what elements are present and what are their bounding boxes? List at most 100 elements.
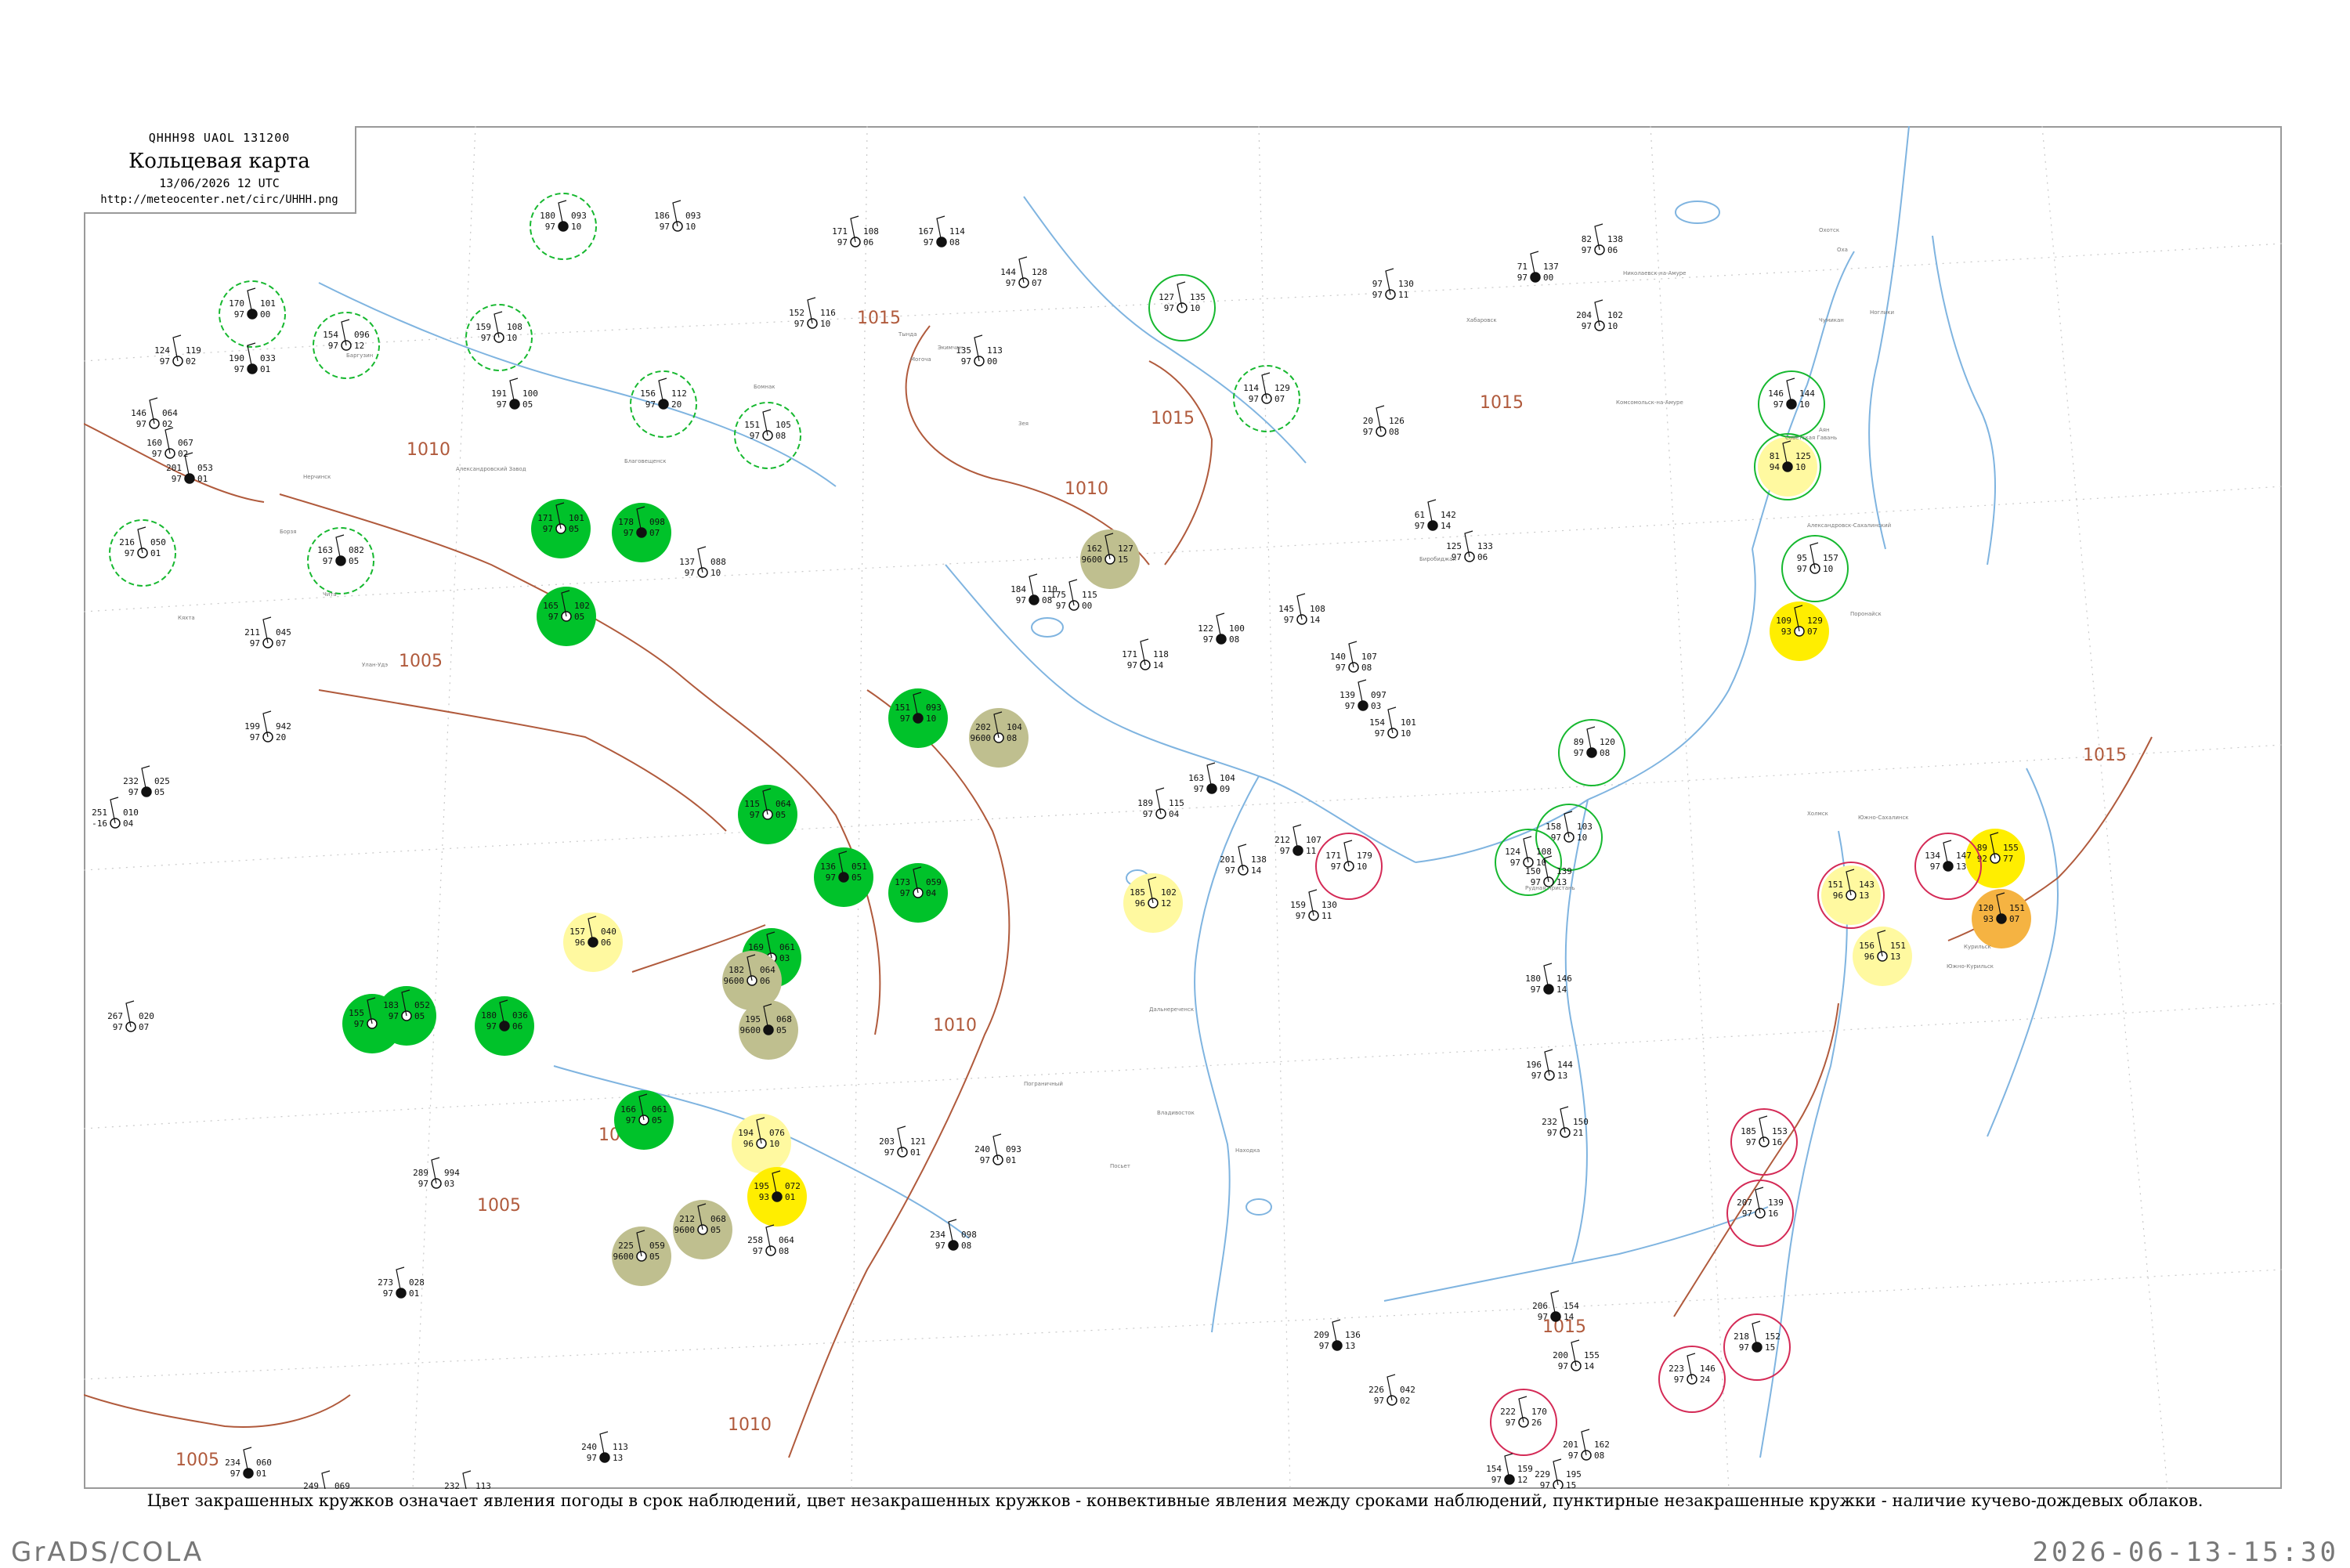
station-code: 97 [160, 356, 170, 367]
station-code: 97 [1280, 846, 1290, 856]
station-tendency: 01 [1006, 1155, 1016, 1165]
station-pressure: 040 [601, 927, 616, 937]
station-tendency: 14 [1564, 1312, 1574, 1322]
station-plot: 21297 10711 [1274, 824, 1321, 856]
station-tendency: 05 [649, 1252, 660, 1262]
station-code: 97 [545, 222, 555, 232]
station-tendency: 07 [649, 528, 660, 538]
station-temp: 146 [1768, 388, 1784, 399]
station-pressure: 093 [685, 211, 701, 221]
station-tendency: 10 [820, 319, 830, 329]
station-name: Южно-Сахалинск [1858, 815, 1909, 821]
station-temp: 289 [413, 1168, 428, 1178]
station-code: 93 [759, 1192, 769, 1202]
station-name: Николаевск-на-Амуре [1623, 270, 1686, 276]
station-code: 97 [1558, 1361, 1568, 1371]
station-pressure: 069 [334, 1481, 350, 1489]
station-pressure: 059 [649, 1241, 665, 1251]
station-temp: 122 [1198, 623, 1213, 634]
station-pressure: 098 [961, 1230, 977, 1240]
station-temp: 154 [1486, 1464, 1502, 1474]
river [1383, 1206, 1769, 1302]
isobar-label: 1015 [1480, 393, 1524, 413]
station-plot: 19197 10005 [491, 378, 538, 410]
station-pressure: 115 [1169, 798, 1184, 808]
station-name: Курильск [1964, 944, 1991, 950]
station-code: 97 [1143, 809, 1153, 819]
station-temp: 234 [225, 1458, 240, 1468]
station-temp: 196 [1526, 1060, 1542, 1070]
station-plot: 2329711314 [444, 1470, 491, 1489]
station-temp: 178 [618, 517, 634, 527]
station-temp: 175 [1050, 590, 1066, 600]
station-tendency: 07 [1032, 278, 1042, 288]
station-temp: 150 [1525, 866, 1541, 876]
river [1932, 235, 1996, 565]
station-pressure: 136 [1345, 1330, 1361, 1340]
station-temp: 194 [738, 1128, 754, 1138]
station-temp: 171 [832, 226, 848, 237]
station-plot: 18697 09310 [654, 200, 701, 232]
station-plot: 20997 13613 [1314, 1319, 1361, 1351]
station-plot: 19496 07610 [732, 1114, 791, 1173]
station-tendency: 14 [1310, 615, 1321, 625]
station-pressure: 105 [776, 420, 791, 430]
station-tendency: 02 [186, 356, 196, 367]
station-tendency: 01 [409, 1288, 419, 1299]
station-plot: 16597 10205 [537, 587, 596, 646]
station-tendency: 08 [961, 1241, 971, 1251]
station-tendency: 05 [154, 787, 164, 797]
station-pressure: 076 [769, 1128, 785, 1138]
isobar-label: 1015 [857, 309, 901, 328]
station-temp: 209 [1314, 1330, 1329, 1340]
station-code: 96 [743, 1139, 754, 1149]
station-plot: 22397 14624 [1658, 1346, 1726, 1413]
station-name: Кяхта [178, 615, 195, 621]
station-pressure: 093 [571, 211, 587, 221]
station-temp: 134 [1925, 851, 1940, 861]
station-code: 97 [1739, 1342, 1749, 1353]
station-pressure: 064 [776, 799, 791, 809]
rivers-and-coastlines [318, 126, 2059, 1458]
station-code: 97 [136, 419, 146, 429]
station-temp: 124 [154, 345, 170, 356]
station-pressure: 150 [1573, 1117, 1589, 1127]
station-code: 97 [1372, 290, 1383, 300]
station-tendency: 13 [613, 1453, 623, 1463]
station-plot: 14597 10814 [1278, 593, 1325, 625]
station-code: 97 [935, 1241, 945, 1251]
station-temp: 163 [1188, 773, 1204, 783]
station-code: 97 [587, 1453, 597, 1463]
station-code: 97 [1797, 564, 1807, 574]
station-pressure: 045 [276, 627, 291, 638]
station-plot: 1359711300 [956, 334, 1003, 367]
station-code: 97 [1345, 701, 1355, 711]
station-code: 97 [543, 524, 553, 534]
grid-line [84, 243, 2282, 362]
station-tendency: 15 [1566, 1480, 1576, 1489]
station-plot: 23497 09808 [930, 1219, 977, 1251]
station-tendency: 12 [1161, 898, 1171, 909]
station-pressure: 010 [123, 807, 139, 818]
station-pressure: 126 [1389, 416, 1405, 426]
station-pressure: 107 [1361, 652, 1377, 662]
render-timestamp: 2026-06-13-15:30 [2032, 1537, 2339, 1568]
station-name: Рудная Пристань [1525, 885, 1575, 891]
station-code: 97 [1582, 245, 1592, 255]
station-pressure: 101 [569, 513, 584, 523]
station-tendency: 14 [1556, 985, 1567, 995]
station-temp: 212 [1274, 835, 1290, 845]
station-plot: 8194 12510 [1754, 433, 1821, 500]
station-temp: 199 [244, 721, 260, 732]
bulletin-code: QHHH98 UAOL 131200 [148, 131, 291, 145]
isobar-label: 1005 [175, 1451, 219, 1470]
station-plot: 15997 10810 [465, 304, 533, 371]
station-tendency: 08 [1600, 748, 1610, 758]
station-temp: 195 [754, 1181, 769, 1191]
station-tendency: 05 [522, 399, 533, 410]
station-temp: 232 [1542, 1117, 1557, 1127]
station-tendency: 16 [1768, 1209, 1778, 1219]
station-temp: 240 [974, 1144, 990, 1154]
station-temp: 185 [1741, 1126, 1756, 1136]
station-pressure: 139 [1556, 866, 1572, 876]
